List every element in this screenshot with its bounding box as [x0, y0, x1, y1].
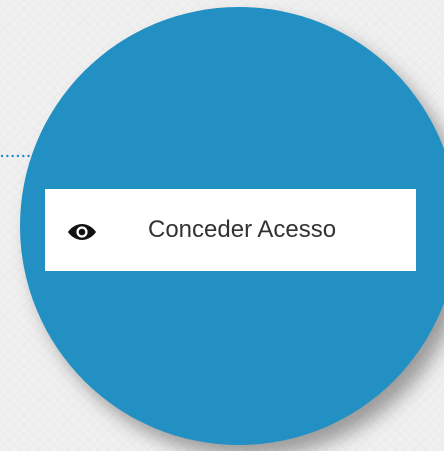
eye-icon [68, 224, 96, 240]
grant-access-menu-item[interactable]: Conceder Acesso [45, 189, 416, 271]
grant-access-label: Conceder Acesso [148, 216, 337, 243]
